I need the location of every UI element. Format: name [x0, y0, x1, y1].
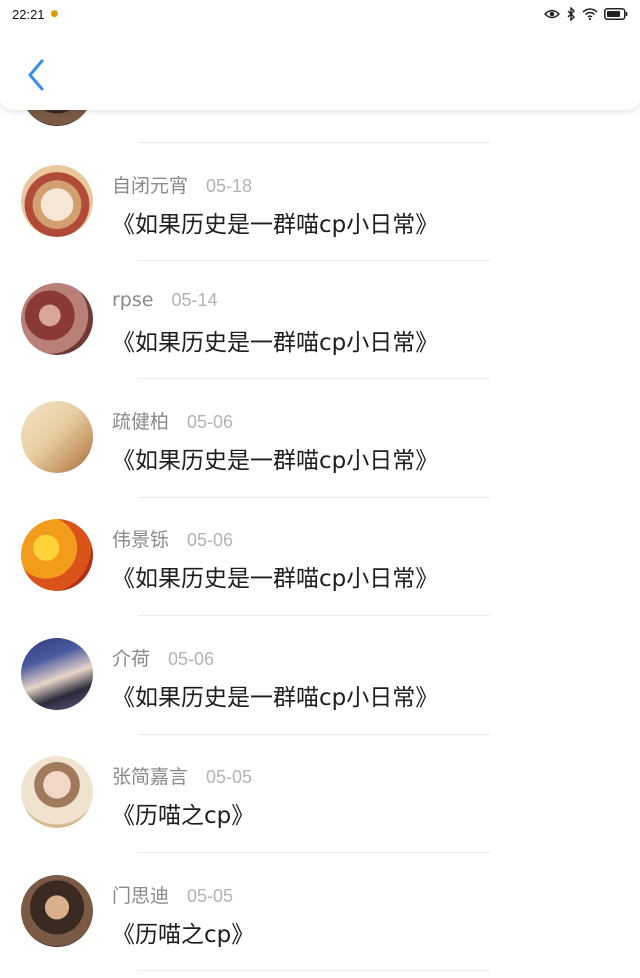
comment-meta: rpse 05-14 — [112, 289, 218, 311]
comment-meta: 介荷 05-06 — [112, 644, 214, 671]
comment-text: 《如果历史是一群喵cp小日常》 — [112, 330, 439, 356]
avatar[interactable] — [21, 756, 93, 828]
divider — [138, 497, 490, 498]
list-item[interactable]: 张简嘉言 05-05 《历喵之cp》 — [0, 756, 640, 874]
divider — [138, 734, 490, 735]
comment-text: 《如果历史是一群喵cp小日常》 — [112, 685, 439, 711]
list-item[interactable]: 门思迪 05-05 《历喵之cp》 — [0, 875, 640, 978]
status-left: 22:21 ● — [12, 7, 58, 22]
status-bar: 22:21 ● — [0, 0, 640, 28]
divider — [138, 378, 490, 379]
divider — [138, 852, 490, 853]
divider — [138, 142, 490, 143]
list-item[interactable]: rpse 05-14 《如果历史是一群喵cp小日常》 — [0, 283, 640, 401]
comment-text: 《历喵之cp》 — [112, 922, 255, 948]
user-name[interactable]: 介荷 — [112, 644, 150, 671]
comment-meta: 伟景铄 05-06 — [112, 525, 233, 552]
comment-text: 《如果历史是一群喵cp小日常》 — [112, 566, 439, 592]
divider — [138, 970, 490, 971]
battery-icon — [604, 8, 628, 20]
comment-date: 05-06 — [187, 530, 234, 550]
comment-text: 《如果历史是一群喵cp小日常》 — [112, 448, 439, 474]
comment-date: 05-06 — [168, 649, 215, 669]
comment-date: 05-05 — [206, 767, 253, 787]
notification-dot-icon: ● — [50, 9, 59, 19]
chevron-left-icon — [28, 59, 44, 91]
status-time: 22:21 — [12, 6, 45, 22]
user-name[interactable]: rpse — [112, 289, 153, 311]
comment-meta: 张简嘉言 05-05 — [112, 762, 252, 789]
divider — [138, 260, 490, 261]
back-button[interactable] — [18, 54, 54, 96]
comment-date: 05-18 — [206, 176, 253, 196]
avatar[interactable] — [21, 875, 93, 947]
comment-text: 《历喵之cp》 — [112, 803, 255, 829]
list-item[interactable]: 自闭元宵 05-18 《如果历史是一群喵cp小日常》 — [0, 165, 640, 283]
user-name[interactable]: 门思迪 — [112, 881, 169, 908]
list-item[interactable]: 伟景铄 05-06 《如果历史是一群喵cp小日常》 — [0, 519, 640, 637]
status-icons — [544, 7, 628, 21]
divider — [138, 615, 490, 616]
comment-date: 05-14 — [171, 290, 218, 310]
comment-text: 《如果历史是一群喵cp小日常》 — [112, 212, 439, 238]
list-item[interactable]: 介荷 05-06 《如果历史是一群喵cp小日常》 — [0, 638, 640, 756]
user-name[interactable]: 张简嘉言 — [112, 762, 188, 789]
wifi-icon — [582, 8, 598, 20]
avatar[interactable] — [21, 519, 93, 591]
bluetooth-icon — [566, 7, 576, 21]
comment-date: 05-06 — [187, 412, 234, 432]
user-name[interactable]: 自闭元宵 — [112, 171, 188, 198]
user-name[interactable]: 疏健柏 — [112, 407, 169, 434]
comment-list: 自闭元宵 05-18 《如果历史是一群喵cp小日常》 rpse 05-14 《如… — [0, 0, 640, 978]
comment-meta: 疏健柏 05-06 — [112, 407, 233, 434]
avatar[interactable] — [21, 283, 93, 355]
comment-meta: 自闭元宵 05-18 — [112, 171, 252, 198]
avatar[interactable] — [21, 401, 93, 473]
eye-icon — [544, 8, 560, 20]
list-item[interactable]: 疏健柏 05-06 《如果历史是一群喵cp小日常》 — [0, 401, 640, 519]
avatar[interactable] — [21, 165, 93, 237]
comment-date: 05-05 — [187, 886, 234, 906]
avatar[interactable] — [21, 638, 93, 710]
comment-meta: 门思迪 05-05 — [112, 881, 233, 908]
user-name[interactable]: 伟景铄 — [112, 525, 169, 552]
